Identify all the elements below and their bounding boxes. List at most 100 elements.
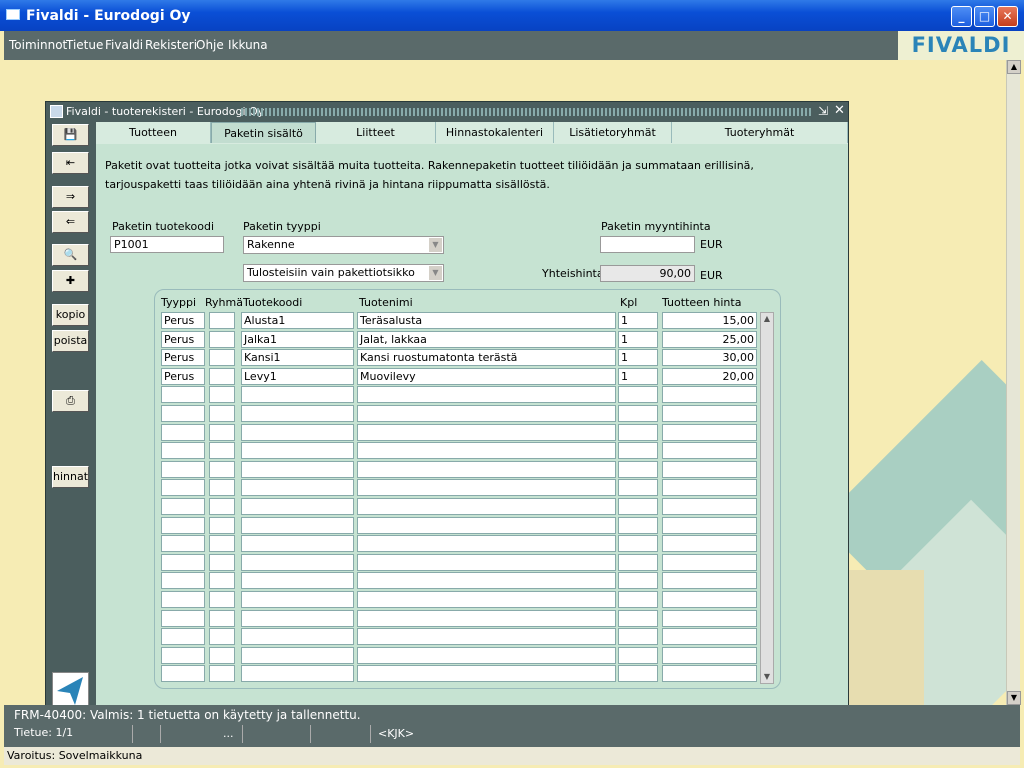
grid-cell[interactable] [662, 572, 757, 590]
close-button[interactable]: ✕ [997, 6, 1018, 27]
grid-cell[interactable]: Kansi1 [241, 349, 354, 367]
grid-cell[interactable]: Muovilevy [357, 367, 616, 385]
grid-cell[interactable] [241, 665, 354, 683]
grid-cell[interactable] [161, 460, 205, 478]
menu-ikkuna[interactable]: Ikkuna [228, 38, 268, 52]
exit-icon[interactable]: ⇤ [52, 152, 89, 174]
scroll-up-arrow-icon[interactable]: ▲ [1007, 60, 1021, 74]
grid-cell[interactable] [618, 628, 658, 646]
minimize-subwindow-icon[interactable]: ⇲ [818, 104, 828, 118]
grid-cell[interactable] [618, 405, 658, 422]
grid-cell[interactable] [357, 609, 616, 627]
save-icon[interactable]: 💾 [52, 124, 89, 146]
grid-cell[interactable] [241, 460, 354, 478]
tab-product-groups[interactable]: Tuoteryhmät [672, 122, 848, 143]
grid-cell[interactable] [241, 572, 354, 590]
grid-cell[interactable] [357, 460, 616, 478]
grid-cell[interactable] [209, 330, 235, 348]
grid-cell[interactable] [209, 553, 235, 571]
grid-cell[interactable] [209, 386, 235, 404]
grid-cell[interactable] [161, 628, 205, 646]
print-icon[interactable]: ⎙ [52, 390, 89, 412]
grid-cell[interactable] [618, 498, 658, 515]
grid-cell[interactable] [357, 535, 616, 553]
grid-cell[interactable] [209, 516, 235, 534]
grid-cell[interactable]: 25,00 [662, 330, 757, 348]
grid-cell[interactable] [618, 516, 658, 534]
grid-cell[interactable]: 1 [618, 367, 658, 385]
grid-cell[interactable]: Kansi ruostumatonta terästä [357, 349, 616, 367]
grid-cell[interactable]: Perus [161, 349, 205, 367]
grid-cell[interactable]: Teräsalusta [357, 312, 616, 329]
grid-cell[interactable] [662, 405, 757, 422]
grid-cell[interactable] [209, 460, 235, 478]
grid-cell[interactable] [241, 535, 354, 553]
grid-cell[interactable] [241, 479, 354, 497]
grid-cell[interactable] [618, 442, 658, 460]
grid-cell[interactable] [161, 516, 205, 534]
grid-cell[interactable] [209, 367, 235, 385]
close-subwindow-icon[interactable]: ✕ [834, 103, 845, 118]
prices-button[interactable]: hinnat [52, 466, 89, 488]
grid-cell[interactable] [161, 591, 205, 608]
grid-cell[interactable] [357, 386, 616, 404]
grid-cell[interactable] [161, 609, 205, 627]
grid-scrollbar[interactable]: ▲ ▼ [760, 312, 774, 684]
grid-cell[interactable]: Perus [161, 330, 205, 348]
tab-attachments[interactable]: Liitteet [316, 122, 436, 143]
chevron-down-icon[interactable]: ▼ [429, 266, 442, 280]
grid-cell[interactable] [357, 591, 616, 608]
grid-cell[interactable] [241, 405, 354, 422]
grid-cell[interactable] [209, 609, 235, 627]
print-option-select[interactable]: Tulosteisiin vain pakettiotsikko ▼ [243, 264, 444, 282]
grid-cell[interactable]: 30,00 [662, 349, 757, 367]
grid-cell[interactable] [161, 405, 205, 422]
grid-cell[interactable] [161, 572, 205, 590]
grid-cell[interactable]: Levy1 [241, 367, 354, 385]
tab-product-basics[interactable]: Tuotteen perustiedot [96, 122, 211, 160]
grid-cell[interactable]: 1 [618, 349, 658, 367]
grid-cell[interactable] [662, 628, 757, 646]
grid-cell[interactable] [241, 386, 354, 404]
grid-cell[interactable] [209, 498, 235, 515]
next-record-icon[interactable]: ⇒ [52, 186, 89, 208]
grid-cell[interactable] [618, 646, 658, 664]
grid-cell[interactable] [662, 423, 757, 441]
grid-cell[interactable] [357, 572, 616, 590]
grid-cell[interactable] [209, 312, 235, 329]
tab-package-contents[interactable]: Paketin sisältö [211, 122, 316, 143]
grid-cell[interactable] [662, 460, 757, 478]
grid-cell[interactable] [662, 386, 757, 404]
grid-cell[interactable] [618, 553, 658, 571]
grid-cell[interactable] [357, 516, 616, 534]
menu-toiminnot[interactable]: Toiminnot [9, 38, 67, 52]
grid-cell[interactable] [161, 665, 205, 683]
search-icon[interactable]: 🔍 [52, 244, 89, 266]
previous-record-icon[interactable]: ⇐ [52, 211, 89, 233]
grid-cell[interactable]: 1 [618, 330, 658, 348]
new-record-icon[interactable]: ✚ [52, 270, 89, 292]
delete-button[interactable]: poista [52, 330, 89, 352]
grid-cell[interactable] [209, 572, 235, 590]
grid-cell[interactable] [209, 423, 235, 441]
grid-cell[interactable] [241, 553, 354, 571]
menu-rekisteri[interactable]: Rekisteri [145, 38, 197, 52]
grid-cell[interactable]: Jalka1 [241, 330, 354, 348]
grid-cell[interactable] [241, 498, 354, 515]
grid-cell[interactable] [209, 349, 235, 367]
grid-cell[interactable] [209, 591, 235, 608]
grid-cell[interactable] [357, 646, 616, 664]
grid-cell[interactable] [357, 479, 616, 497]
grid-cell[interactable] [161, 553, 205, 571]
grid-cell[interactable] [618, 572, 658, 590]
menu-ohje[interactable]: Ohje [196, 38, 224, 52]
grid-cell[interactable]: Perus [161, 312, 205, 329]
scroll-up-arrow-icon[interactable]: ▲ [761, 313, 773, 325]
grid-cell[interactable] [662, 479, 757, 497]
main-vertical-scrollbar[interactable]: ▲ ▼ [1006, 60, 1021, 705]
grid-cell[interactable] [161, 423, 205, 441]
grid-cell[interactable] [209, 646, 235, 664]
copy-button[interactable]: kopio [52, 304, 89, 326]
chevron-down-icon[interactable]: ▼ [429, 238, 442, 252]
grid-cell[interactable] [662, 646, 757, 664]
